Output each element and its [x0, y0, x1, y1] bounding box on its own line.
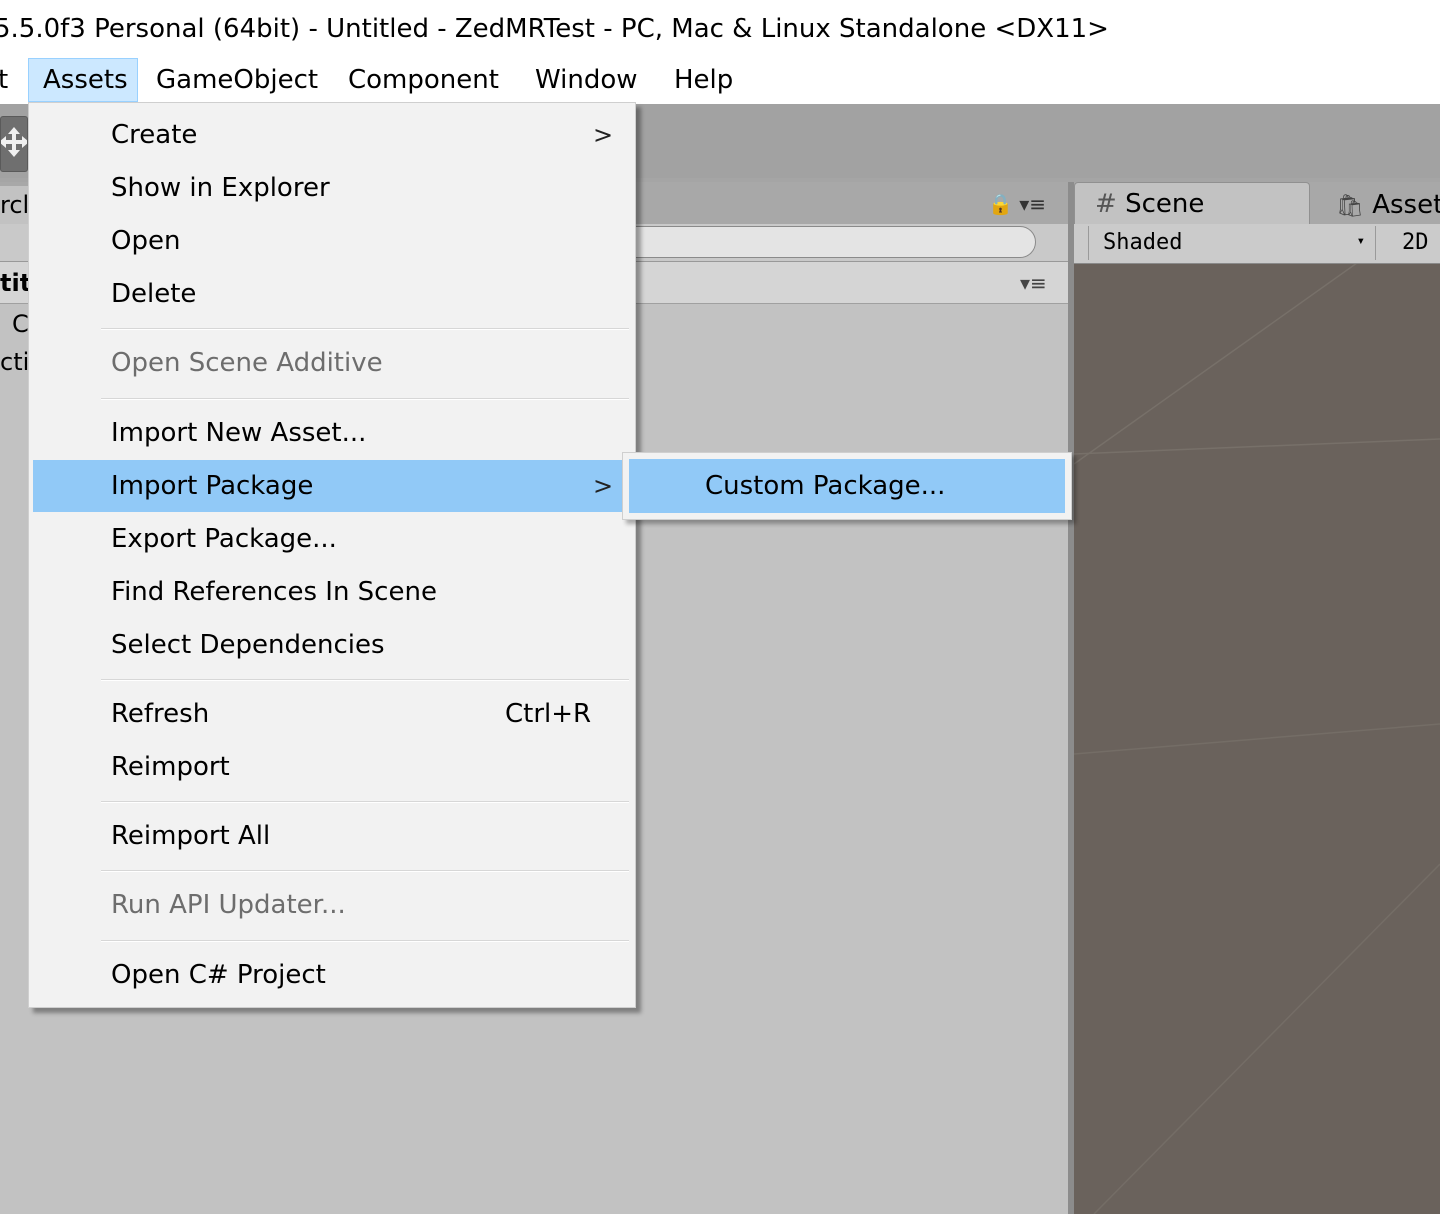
tab-asset-store[interactable]: 🛍 Asset: [1336, 186, 1440, 224]
tab-scene[interactable]: # Scene: [1074, 182, 1310, 224]
chevron-right-icon: >: [593, 472, 614, 500]
refresh-shortcut: Ctrl+R: [505, 699, 592, 729]
chevron-right-icon: >: [593, 121, 614, 149]
menu-gameobject[interactable]: GameObject: [156, 58, 318, 102]
menu-separator: [101, 679, 629, 681]
scene-tab-label: Scene: [1125, 189, 1205, 219]
menu-item-export-package[interactable]: Export Package...: [33, 513, 633, 565]
import-package-submenu: Custom Package...: [622, 452, 1072, 520]
scene-options-icon[interactable]: ▾≡: [1020, 262, 1047, 304]
bag-icon: 🛍: [1336, 194, 1364, 219]
menu-item-open-scene-additive[interactable]: Open Scene Additive: [33, 337, 633, 389]
menu-assets[interactable]: Assets: [28, 58, 138, 102]
menu-item-refresh[interactable]: Refresh Ctrl+R: [33, 688, 633, 740]
window-title: 5.5.0f3 Personal (64bit) - Untitled - Ze…: [0, 14, 1109, 44]
scene-grid: [1074, 264, 1440, 1214]
menu-item-create[interactable]: Create >: [33, 109, 633, 161]
menu-item-reimport-all[interactable]: Reimport All: [33, 810, 633, 862]
menu-item-reimport[interactable]: Reimport: [33, 741, 633, 793]
scene-name: tit: [0, 269, 32, 297]
chevron-down-icon: ▾: [1356, 233, 1365, 249]
scene-grid-icon: #: [1095, 189, 1117, 219]
menu-item-delete[interactable]: Delete: [33, 268, 633, 320]
menu-separator: [101, 801, 629, 803]
menu-item-custom-package[interactable]: Custom Package...: [629, 459, 1065, 513]
menu-item-open[interactable]: Open: [33, 215, 633, 267]
window-title-bar: 5.5.0f3 Personal (64bit) - Untitled - Ze…: [0, 0, 1440, 58]
menu-item-select-dependencies[interactable]: Select Dependencies: [33, 619, 633, 671]
menu-item-import-package[interactable]: Import Package >: [33, 460, 633, 512]
lock-icon[interactable]: 🔒 ▾≡: [988, 192, 1046, 216]
menu-edit[interactable]: t: [0, 58, 8, 102]
hierarchy-search-input[interactable]: [600, 226, 1036, 258]
shading-mode-value: Shaded: [1103, 230, 1183, 255]
assets-menu: Create > Show in Explorer Open Delete Op…: [28, 102, 636, 1008]
menu-window[interactable]: Window: [535, 58, 638, 102]
menu-item-import-new-asset[interactable]: Import New Asset...: [33, 407, 633, 459]
shading-mode-dropdown[interactable]: Shaded ▾: [1088, 226, 1376, 260]
menu-separator: [101, 940, 629, 942]
hierarchy-item[interactable]: C: [12, 306, 29, 342]
menu-separator: [101, 870, 629, 872]
move-tool-button[interactable]: [0, 116, 28, 172]
scene-viewport[interactable]: [1074, 264, 1440, 1214]
menu-item-show-in-explorer[interactable]: Show in Explorer: [33, 162, 633, 214]
hierarchy-item[interactable]: cti: [0, 344, 29, 380]
move-arrows-icon: [1, 125, 27, 163]
menu-help[interactable]: Help: [674, 58, 733, 102]
menu-item-find-references[interactable]: Find References In Scene: [33, 566, 633, 618]
menu-component[interactable]: Component: [348, 58, 499, 102]
menu-item-open-csharp-project[interactable]: Open C# Project: [33, 949, 633, 1001]
menu-bar: t Assets GameObject Component Window Hel…: [0, 58, 1440, 104]
menu-separator: [101, 398, 629, 400]
menu-item-run-api-updater[interactable]: Run API Updater...: [33, 879, 633, 931]
menu-separator: [101, 328, 629, 330]
asset-tab-label: Asset: [1372, 190, 1440, 220]
2d-toggle-button[interactable]: 2D: [1390, 226, 1440, 260]
